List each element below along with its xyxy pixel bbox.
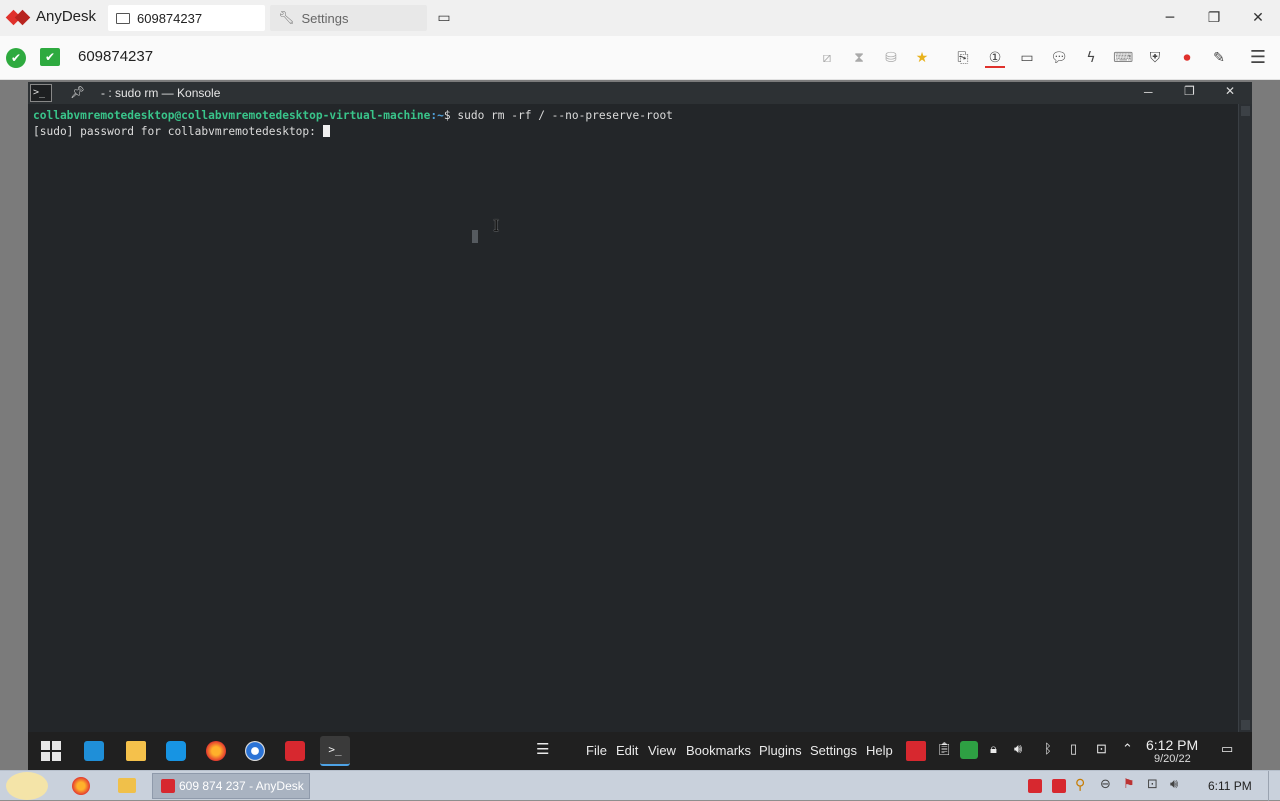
anydesk-logo-icon-part <box>14 9 31 26</box>
start-orb-icon[interactable] <box>6 772 48 800</box>
menu-settings[interactable]: Settings <box>810 743 857 758</box>
terminal-output[interactable]: collabvmremotedesktop@collabvmremotedesk… <box>33 108 673 139</box>
database-icon[interactable]: ⛁ <box>881 48 901 68</box>
record-icon[interactable]: ⏺ <box>1177 48 1197 68</box>
lock-icon[interactable]: 🔒︎ <box>990 741 997 757</box>
hamburger-menu-icon[interactable]: ☰ <box>536 740 549 758</box>
scrollbar-down-arrow[interactable] <box>1241 720 1250 730</box>
keyboard-icon[interactable]: ⌨ <box>1113 48 1133 68</box>
monitor-icon <box>116 12 130 24</box>
konsole-taskbar-icon[interactable]: >_ <box>320 736 350 766</box>
minimize-icon[interactable]: ─ <box>1144 85 1153 99</box>
store-icon[interactable] <box>166 741 186 761</box>
restore-icon[interactable]: ❐ <box>1204 8 1224 28</box>
terminal-app-icon: >_ <box>30 84 52 102</box>
local-taskbar: 609 874 237 - AnyDesk ⚲ ⊖ ⚑ ⊡ 🔊︎ 6:11 PM <box>0 770 1280 801</box>
window-title: - : sudo rm — Konsole <box>101 86 221 100</box>
cursor-shadow <box>472 230 478 243</box>
verified-screen-icon: ✔ <box>40 48 60 66</box>
volume-icon[interactable]: 🔊︎ <box>1170 777 1178 792</box>
close-icon[interactable]: ✕ <box>1225 84 1235 98</box>
maximize-icon[interactable]: ❐ <box>1184 84 1195 98</box>
new-tab-icon[interactable]: ▭ <box>434 8 454 28</box>
flag-icon[interactable]: ⚑ <box>1123 777 1135 792</box>
tab-settings-label: Settings <box>301 10 349 26</box>
ibeam-cursor-icon: I <box>493 216 500 235</box>
remote-clock-date[interactable]: 9/20/22 <box>1154 753 1191 765</box>
close-icon[interactable]: ✕ <box>1248 8 1268 28</box>
task-view-icon[interactable] <box>84 741 104 761</box>
command-text: sudo rm -rf / --no-preserve-root <box>450 109 673 122</box>
tab-remote-session-label: 609874237 <box>137 10 203 26</box>
anydesk-taskbar-icon[interactable] <box>285 741 305 761</box>
anydesk-titlebar: AnyDesk 609874237 🔧︎ Settings ▭ ─ ❐ ✕ <box>0 0 1280 36</box>
network-icon[interactable]: ⊡ <box>1147 777 1158 792</box>
volume-icon[interactable]: 🔊︎ <box>1014 741 1022 757</box>
prompt-path: :~ <box>430 109 444 122</box>
address-field[interactable]: 609874237 <box>78 48 153 65</box>
scrollbar-up-arrow[interactable] <box>1241 106 1250 116</box>
actions-lightning-icon[interactable]: ϟ <box>1081 48 1101 68</box>
chat-icon[interactable]: 💬︎ <box>1049 48 1069 68</box>
scrollbar[interactable] <box>1238 104 1252 732</box>
windows-start-icon[interactable] <box>41 741 61 761</box>
hamburger-menu-icon[interactable]: ☰ <box>1248 48 1268 68</box>
remote-taskbar: >_ ☰ File Edit View Bookmarks Plugins Se… <box>28 732 1252 770</box>
prompt-symbol: $ <box>443 109 451 122</box>
minus-circle-icon[interactable]: ⊖ <box>1100 777 1111 792</box>
connection-ok-icon: ✔ <box>6 48 26 68</box>
menu-bookmarks[interactable]: Bookmarks <box>686 743 751 758</box>
file-explorer-icon[interactable] <box>126 741 146 761</box>
search-icon[interactable]: ⚲ <box>1075 777 1085 793</box>
menu-view[interactable]: View <box>648 743 676 758</box>
anydesk-tray-icon[interactable] <box>906 741 926 761</box>
text-cursor <box>322 124 330 137</box>
show-desktop-button[interactable] <box>1268 771 1280 801</box>
network-icon[interactable]: ⊡ <box>1096 741 1107 757</box>
tab-settings[interactable]: 🔧︎ Settings <box>270 5 427 31</box>
firefox-icon[interactable] <box>72 777 90 795</box>
whiteboard-pen-icon[interactable]: ✎ <box>1209 48 1229 68</box>
firefox-icon[interactable] <box>206 741 226 761</box>
taskbar-button-label: 609 874 237 - AnyDesk <box>179 779 304 793</box>
remote-clock-time[interactable]: 6:12 PM <box>1146 737 1198 753</box>
display-icon[interactable]: ▭ <box>1017 48 1037 68</box>
clipboard-icon[interactable]: 📋︎ <box>936 741 953 757</box>
monitor-1-icon[interactable]: ① <box>985 48 1005 68</box>
anydesk-toolbar: ✔ ✔ 609874237 ⧄ ⧗ ⛁ ★ ⎘ ① ▭ 💬︎ ϟ ⌨ ⛨ ⏺ ✎… <box>0 36 1280 80</box>
wrench-icon: 🔧︎ <box>278 10 295 25</box>
konsole-window: >_ 📌︎ - : sudo rm — Konsole ─ ❐ ✕ collab… <box>28 82 1252 732</box>
minimize-icon[interactable]: ─ <box>1160 8 1180 28</box>
taskbar-button-anydesk[interactable]: 609 874 237 - AnyDesk <box>152 773 310 799</box>
settings-gear-icon[interactable] <box>245 741 265 761</box>
show-desktop-icon[interactable]: ▭ <box>1221 741 1233 757</box>
disable-video-icon[interactable]: ⧄ <box>817 48 837 68</box>
battery-icon[interactable]: ▯ <box>1070 741 1077 757</box>
menu-edit[interactable]: Edit <box>616 743 638 758</box>
anydesk-tray-icon[interactable] <box>1028 779 1042 793</box>
favorite-star-icon[interactable]: ★ <box>912 48 932 68</box>
prompt-user-host: collabvmremotedesktop@collabvmremotedesk… <box>33 109 431 122</box>
menu-plugins[interactable]: Plugins <box>759 743 802 758</box>
app-brand: AnyDesk <box>36 8 97 25</box>
menu-file[interactable]: File <box>586 743 607 758</box>
tab-remote-session[interactable]: 609874237 <box>108 5 265 31</box>
sudo-password-prompt: [sudo] password for collabvmremotedeskto… <box>33 124 323 138</box>
hourglass-icon[interactable]: ⧗ <box>849 48 869 68</box>
bluetooth-icon[interactable]: ᛒ <box>1044 741 1052 756</box>
folder-icon[interactable] <box>118 778 136 793</box>
anydesk-tray-icon-2[interactable] <box>1052 779 1066 793</box>
update-icon[interactable] <box>960 741 978 759</box>
local-clock[interactable]: 6:11 PM <box>1208 779 1252 793</box>
chevron-up-icon[interactable]: ⌃ <box>1122 741 1133 757</box>
file-transfer-icon[interactable]: ⎘ <box>953 48 973 68</box>
menu-help[interactable]: Help <box>866 743 893 758</box>
anydesk-icon <box>161 779 175 793</box>
pin-icon[interactable]: 📌︎ <box>70 85 85 99</box>
permissions-shield-icon[interactable]: ⛨ <box>1145 48 1165 68</box>
konsole-titlebar[interactable]: >_ 📌︎ - : sudo rm — Konsole ─ ❐ ✕ <box>28 82 1252 104</box>
